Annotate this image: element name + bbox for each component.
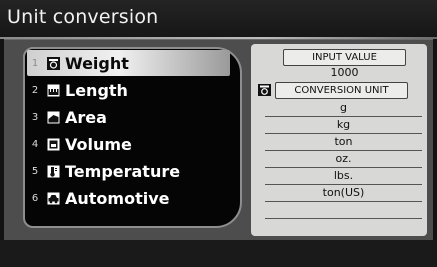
container-icon (47, 138, 60, 151)
page-title: Unit conversion (7, 6, 159, 28)
menu-item-label: Automotive (65, 188, 170, 208)
area-icon (47, 111, 60, 124)
unit-divider (265, 201, 422, 202)
unit-row-ton: ton (334, 135, 353, 148)
menu-item-number: 6 (31, 192, 39, 204)
scale-icon (47, 56, 60, 70)
menu-item-label: Volume (65, 134, 132, 154)
menu-item-area[interactable]: 3 Area (27, 104, 230, 130)
unit-row-kg: kg (336, 118, 351, 131)
menu-item-number: 1 (31, 57, 39, 69)
thermometer-icon (47, 165, 60, 178)
unit-divider (265, 184, 422, 185)
input-value[interactable]: 1000 (283, 66, 406, 80)
menu-item-label: Weight (65, 53, 129, 73)
menu-item-weight[interactable]: 1 Weight (27, 50, 230, 76)
unit-divider (265, 218, 422, 219)
menu-item-number: 5 (31, 165, 39, 177)
unit-row-lbs: lbs. (333, 169, 354, 182)
unit-row-oz: oz. (335, 152, 352, 165)
conversion-unit-label: CONVERSION UNIT (275, 82, 408, 99)
menu-item-automotive[interactable]: 6 Automotive (27, 185, 230, 211)
menu-item-label: Temperature (65, 161, 181, 181)
input-value-label: INPUT VALUE (283, 49, 406, 66)
bottom-bar (0, 240, 437, 267)
title-bar: Unit conversion (0, 0, 437, 38)
menu-item-length[interactable]: 2 Length (27, 77, 230, 103)
menu-item-volume[interactable]: 4 Volume (27, 131, 230, 157)
unit-divider (265, 167, 422, 168)
menu-item-number: 3 (31, 111, 39, 123)
scale-icon (258, 84, 271, 96)
unit-row-g: g (340, 101, 347, 114)
unit-divider (265, 116, 422, 117)
unit-divider (265, 150, 422, 151)
menu-item-number: 2 (31, 84, 39, 96)
car-icon (47, 192, 60, 205)
menu-item-label: Length (65, 80, 128, 100)
menu-item-label: Area (65, 107, 107, 127)
unit-divider (265, 133, 422, 134)
menu-item-number: 4 (31, 138, 39, 150)
unit-row-ton-us: ton(US) (322, 186, 365, 199)
menu-item-temperature[interactable]: 5 Temperature (27, 158, 230, 184)
ruler-icon (47, 84, 60, 97)
